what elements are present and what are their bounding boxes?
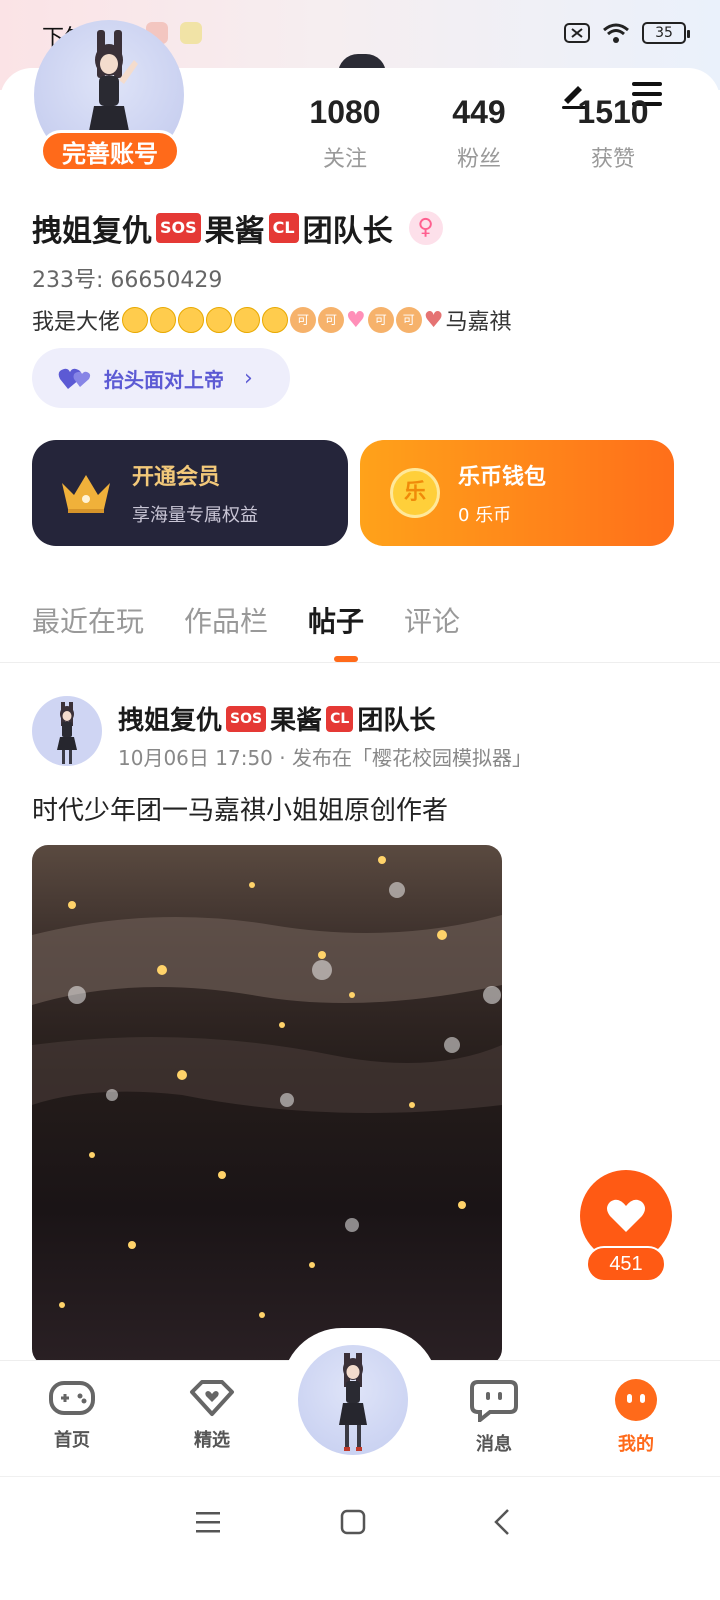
koko-emoji-icon: 可 bbox=[367, 307, 394, 333]
author-part: 果酱 bbox=[270, 706, 323, 736]
sim-off-icon bbox=[564, 23, 590, 43]
back-chevron-icon[interactable] bbox=[492, 1507, 512, 1537]
username-part: 果酱 bbox=[204, 214, 265, 249]
nav-home-label: 首页 bbox=[54, 1430, 90, 1451]
post-author-avatar[interactable] bbox=[32, 696, 102, 766]
nav-home[interactable]: 首页 bbox=[32, 1378, 112, 1452]
profile-stats: 1080 关注 449 粉丝 1510 获赞 bbox=[278, 94, 680, 173]
tab-comments[interactable]: 评论 bbox=[404, 600, 460, 640]
tab-posts[interactable]: 帖子 bbox=[308, 600, 364, 640]
author-part: 团队长 bbox=[357, 706, 436, 736]
pink-heart-icon: ♥ bbox=[346, 307, 366, 333]
chevron-right-icon: › bbox=[244, 365, 253, 391]
user-id: 233号: 66650429 bbox=[32, 268, 223, 293]
following-label: 关注 bbox=[322, 147, 367, 172]
system-navigation-bar bbox=[0, 1476, 720, 1600]
wallet-title: 乐币钱包 bbox=[458, 465, 547, 490]
tab-works[interactable]: 作品栏 bbox=[184, 600, 268, 640]
stat-followers[interactable]: 449 粉丝 bbox=[412, 94, 546, 173]
status-icons: 35 bbox=[564, 22, 690, 44]
vip-title: 开通会员 bbox=[132, 465, 221, 490]
nav-featured[interactable]: 精选 bbox=[172, 1378, 252, 1452]
motto-text: 抬头面对上帝 bbox=[104, 367, 224, 392]
wallet-balance: 0 乐币 bbox=[458, 505, 512, 526]
app-notification-icon bbox=[180, 22, 202, 44]
avatar-character-image bbox=[57, 702, 77, 764]
wifi-icon bbox=[603, 23, 629, 43]
koko-emoji-icon: 可 bbox=[290, 307, 317, 333]
vip-card[interactable]: 开通会员 享海量专属权益 bbox=[32, 440, 348, 546]
nav-messages-label: 消息 bbox=[476, 1434, 512, 1455]
red-heart-icon: ♥ bbox=[423, 307, 444, 333]
nav-featured-label: 精选 bbox=[194, 1430, 230, 1451]
post-text[interactable]: 时代少年团一马嘉祺小姐姐原创作者 bbox=[32, 790, 448, 827]
recent-apps-icon[interactable] bbox=[194, 1509, 222, 1535]
gamepad-icon bbox=[49, 1381, 95, 1415]
stat-following[interactable]: 1080 关注 bbox=[278, 94, 412, 173]
sos-emoji: SOS bbox=[226, 705, 267, 732]
grin-emoji-icon bbox=[150, 307, 177, 333]
heart-box-icon bbox=[190, 1380, 234, 1416]
profile-tabs: 最近在玩 作品栏 帖子 评论 bbox=[32, 600, 460, 640]
motto-pill[interactable]: 抬头面对上帝 › bbox=[32, 348, 290, 408]
wallet-card[interactable]: 乐 乐币钱包 0 乐币 bbox=[360, 440, 674, 546]
stat-likes[interactable]: 1510 获赞 bbox=[546, 94, 680, 173]
grin-emoji-icon bbox=[234, 307, 261, 333]
bio-text: 我是大佬 bbox=[32, 310, 121, 335]
followers-label: 粉丝 bbox=[456, 147, 501, 172]
bio-text: 马嘉祺 bbox=[445, 310, 512, 335]
crown-icon bbox=[62, 475, 110, 513]
nav-messages[interactable]: 消息 bbox=[454, 1378, 534, 1456]
profile-username: 拽姐复仇 SOS 果酱 CL 团队长 ♀ bbox=[32, 206, 443, 250]
tab-recently-played[interactable]: 最近在玩 bbox=[32, 600, 144, 640]
nav-center-avatar[interactable] bbox=[298, 1345, 408, 1455]
grin-emoji-icon bbox=[206, 307, 233, 333]
profile-bio: 我是大佬 可 可 ♥ 可 可 ♥ 马嘉祺 bbox=[32, 304, 512, 336]
likes-count: 1510 bbox=[577, 94, 649, 130]
followers-count: 449 bbox=[452, 94, 506, 130]
post-author-name[interactable]: 拽姐复仇 SOS 果酱 CL 团队长 bbox=[118, 700, 435, 737]
coin-icon: 乐 bbox=[390, 468, 440, 518]
cl-emoji: CL bbox=[326, 705, 354, 732]
complete-account-button[interactable]: 完善账号 bbox=[40, 130, 180, 172]
profile-face-icon bbox=[615, 1379, 657, 1421]
tabs-divider bbox=[0, 662, 720, 663]
home-square-icon[interactable] bbox=[340, 1509, 366, 1535]
post-image[interactable] bbox=[32, 845, 502, 1365]
following-count: 1080 bbox=[309, 94, 381, 130]
like-count: 451 bbox=[586, 1246, 666, 1282]
author-part: 拽姐复仇 bbox=[118, 706, 223, 736]
nav-mine[interactable]: 我的 bbox=[596, 1378, 676, 1456]
battery-indicator: 35 bbox=[642, 22, 690, 44]
likes-label: 获赞 bbox=[590, 147, 635, 172]
avatar-character-image bbox=[339, 1353, 367, 1451]
vip-subtitle: 享海量专属权益 bbox=[132, 505, 258, 526]
post-meta[interactable]: 10月06日 17:50 · 发布在「樱花校园模拟器」 bbox=[118, 742, 532, 771]
female-gender-icon: ♀ bbox=[408, 211, 443, 245]
sparkle-photo bbox=[32, 856, 502, 1339]
heart-icon bbox=[607, 1199, 645, 1232]
grin-emoji-icon bbox=[178, 307, 205, 333]
double-heart-icon bbox=[58, 368, 91, 389]
chat-robot-icon bbox=[470, 1380, 518, 1425]
sos-emoji: SOS bbox=[156, 213, 201, 243]
koko-emoji-icon: 可 bbox=[318, 307, 345, 333]
grin-emoji-icon bbox=[122, 307, 149, 333]
cl-emoji: CL bbox=[268, 213, 299, 243]
username-part: 拽姐复仇 bbox=[32, 214, 152, 249]
love-face-emoji-icon bbox=[262, 307, 289, 333]
username-part: 团队长 bbox=[302, 214, 393, 249]
koko-emoji-icon: 可 bbox=[395, 307, 422, 333]
nav-mine-label: 我的 bbox=[618, 1434, 654, 1455]
